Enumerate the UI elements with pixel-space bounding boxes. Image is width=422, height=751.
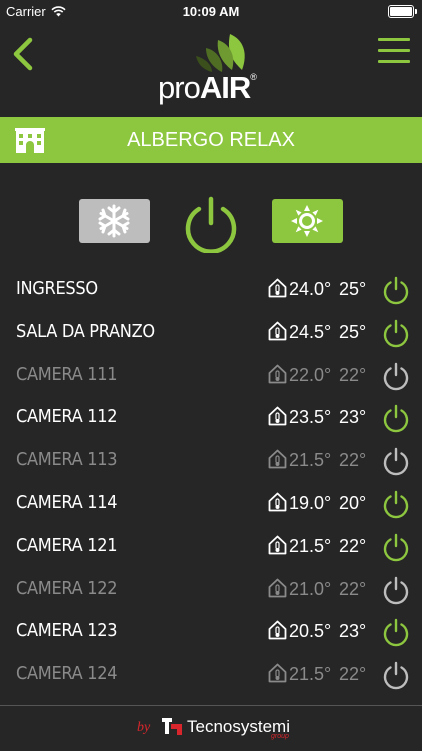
footer-by: by (137, 720, 151, 735)
house-thermometer-icon (268, 535, 287, 555)
house-thermometer-icon (268, 663, 287, 683)
room-setpoint: 22° (339, 535, 367, 556)
room-list: INGRESSO 24.0° 25° SALA DA PRANZO 24.5° 25° CA… (0, 268, 422, 696)
room-power-icon[interactable] (382, 403, 410, 433)
room-setpoint: 23° (339, 407, 367, 428)
heat-mode-button[interactable] (272, 199, 343, 243)
room-name: CAMERA 112 (16, 406, 118, 428)
room-name: CAMERA 124 (16, 663, 118, 685)
room-current-temp: 24.0° (289, 279, 332, 299)
room-name: CAMERA 123 (16, 620, 118, 642)
room-row[interactable]: CAMERA 114 19.0° 20° (0, 482, 422, 525)
room-row[interactable]: CAMERA 123 20.5° 23° (0, 610, 422, 653)
building-banner[interactable]: ALBERGO RELAX (0, 117, 422, 163)
room-name: CAMERA 113 (16, 449, 118, 471)
logo-pre: pro (158, 70, 201, 105)
house-thermometer-icon (268, 364, 287, 383)
house-thermometer-icon (268, 492, 287, 512)
room-setpoint: 22° (339, 450, 367, 471)
room-setpoint: 22° (339, 364, 367, 385)
room-row[interactable]: CAMERA 111 22.0° 22° (0, 354, 422, 397)
room-row[interactable]: SALA DA PRANZO 24.5° 25° (0, 311, 422, 354)
room-setpoint: 23° (339, 621, 367, 642)
tecnosystemi-logo-icon (162, 718, 182, 735)
proair-logo: proAIR® (150, 32, 280, 105)
room-name: CAMERA 122 (16, 577, 118, 599)
room-current-temp: 23.5° (289, 407, 332, 428)
room-name: SALA DA PRANZO (16, 320, 155, 342)
room-current-temp: 21.5° (289, 535, 332, 556)
room-power-icon[interactable] (382, 660, 410, 690)
logo-registered: ® (250, 72, 257, 82)
sun-icon (291, 205, 323, 237)
room-setpoint: 25° (339, 321, 367, 342)
room-power-icon[interactable] (382, 489, 410, 519)
room-current-temp: 20.5° (289, 621, 332, 642)
leaf-logo-icon (196, 34, 245, 72)
back-arrow-icon[interactable] (10, 34, 38, 74)
logo-text: proAIR® (158, 70, 257, 106)
logo-bold: AIR (199, 70, 251, 105)
room-row[interactable]: CAMERA 112 23.5° 23° (0, 396, 422, 439)
room-row[interactable]: CAMERA 121 21.5° 22° (0, 525, 422, 568)
house-thermometer-icon (268, 620, 287, 640)
room-setpoint: 25° (339, 279, 367, 299)
house-thermometer-icon (268, 449, 287, 469)
room-name: INGRESSO (16, 278, 98, 299)
house-thermometer-icon (268, 321, 287, 341)
room-current-temp: 22.0° (289, 364, 332, 385)
room-name: CAMERA 114 (16, 491, 118, 513)
footer-sub: group (271, 733, 289, 740)
menu-line (378, 38, 410, 41)
room-current-temp: 24.5° (289, 321, 332, 342)
room-setpoint: 20° (339, 492, 367, 513)
room-power-icon[interactable] (382, 575, 410, 605)
master-power-icon[interactable] (183, 195, 239, 253)
room-row[interactable]: CAMERA 124 21.5° 22° (0, 653, 422, 696)
room-power-icon[interactable] (382, 617, 410, 647)
room-power-icon[interactable] (382, 532, 410, 562)
footer: by Tecnosystemi group (0, 705, 422, 751)
cool-mode-button[interactable] (79, 199, 150, 243)
house-thermometer-icon (268, 278, 287, 298)
menu-line (378, 60, 410, 63)
room-row[interactable]: CAMERA 122 21.0° 22° (0, 568, 422, 611)
snowflake-icon (98, 204, 130, 238)
hamburger-menu-icon[interactable] (378, 38, 410, 66)
room-current-temp: 21.0° (289, 578, 332, 599)
battery-icon (388, 5, 414, 18)
room-setpoint: 22° (339, 578, 367, 599)
room-power-icon[interactable] (382, 361, 410, 391)
battery-tip (415, 9, 417, 14)
status-time: 10:09 AM (182, 4, 240, 19)
building-title: ALBERGO RELAX (127, 129, 295, 151)
room-power-icon[interactable] (382, 318, 410, 348)
room-setpoint: 22° (339, 664, 367, 685)
room-name: CAMERA 121 (16, 534, 118, 556)
menu-line (378, 49, 410, 52)
room-power-icon[interactable] (382, 275, 410, 305)
app-header: proAIR® (0, 22, 422, 116)
room-row[interactable]: INGRESSO 24.0° 25° (0, 268, 422, 311)
house-thermometer-icon (268, 406, 287, 426)
status-bar: Carrier 10:09 AM (0, 0, 422, 22)
global-controls (0, 195, 422, 255)
room-name: CAMERA 111 (16, 363, 118, 385)
house-thermometer-icon (268, 578, 287, 597)
room-row[interactable]: CAMERA 113 21.5° 22° (0, 439, 422, 482)
room-current-temp: 21.5° (289, 450, 332, 471)
room-current-temp: 19.0° (289, 492, 332, 513)
room-current-temp: 21.5° (289, 664, 332, 685)
room-power-icon[interactable] (382, 446, 410, 476)
